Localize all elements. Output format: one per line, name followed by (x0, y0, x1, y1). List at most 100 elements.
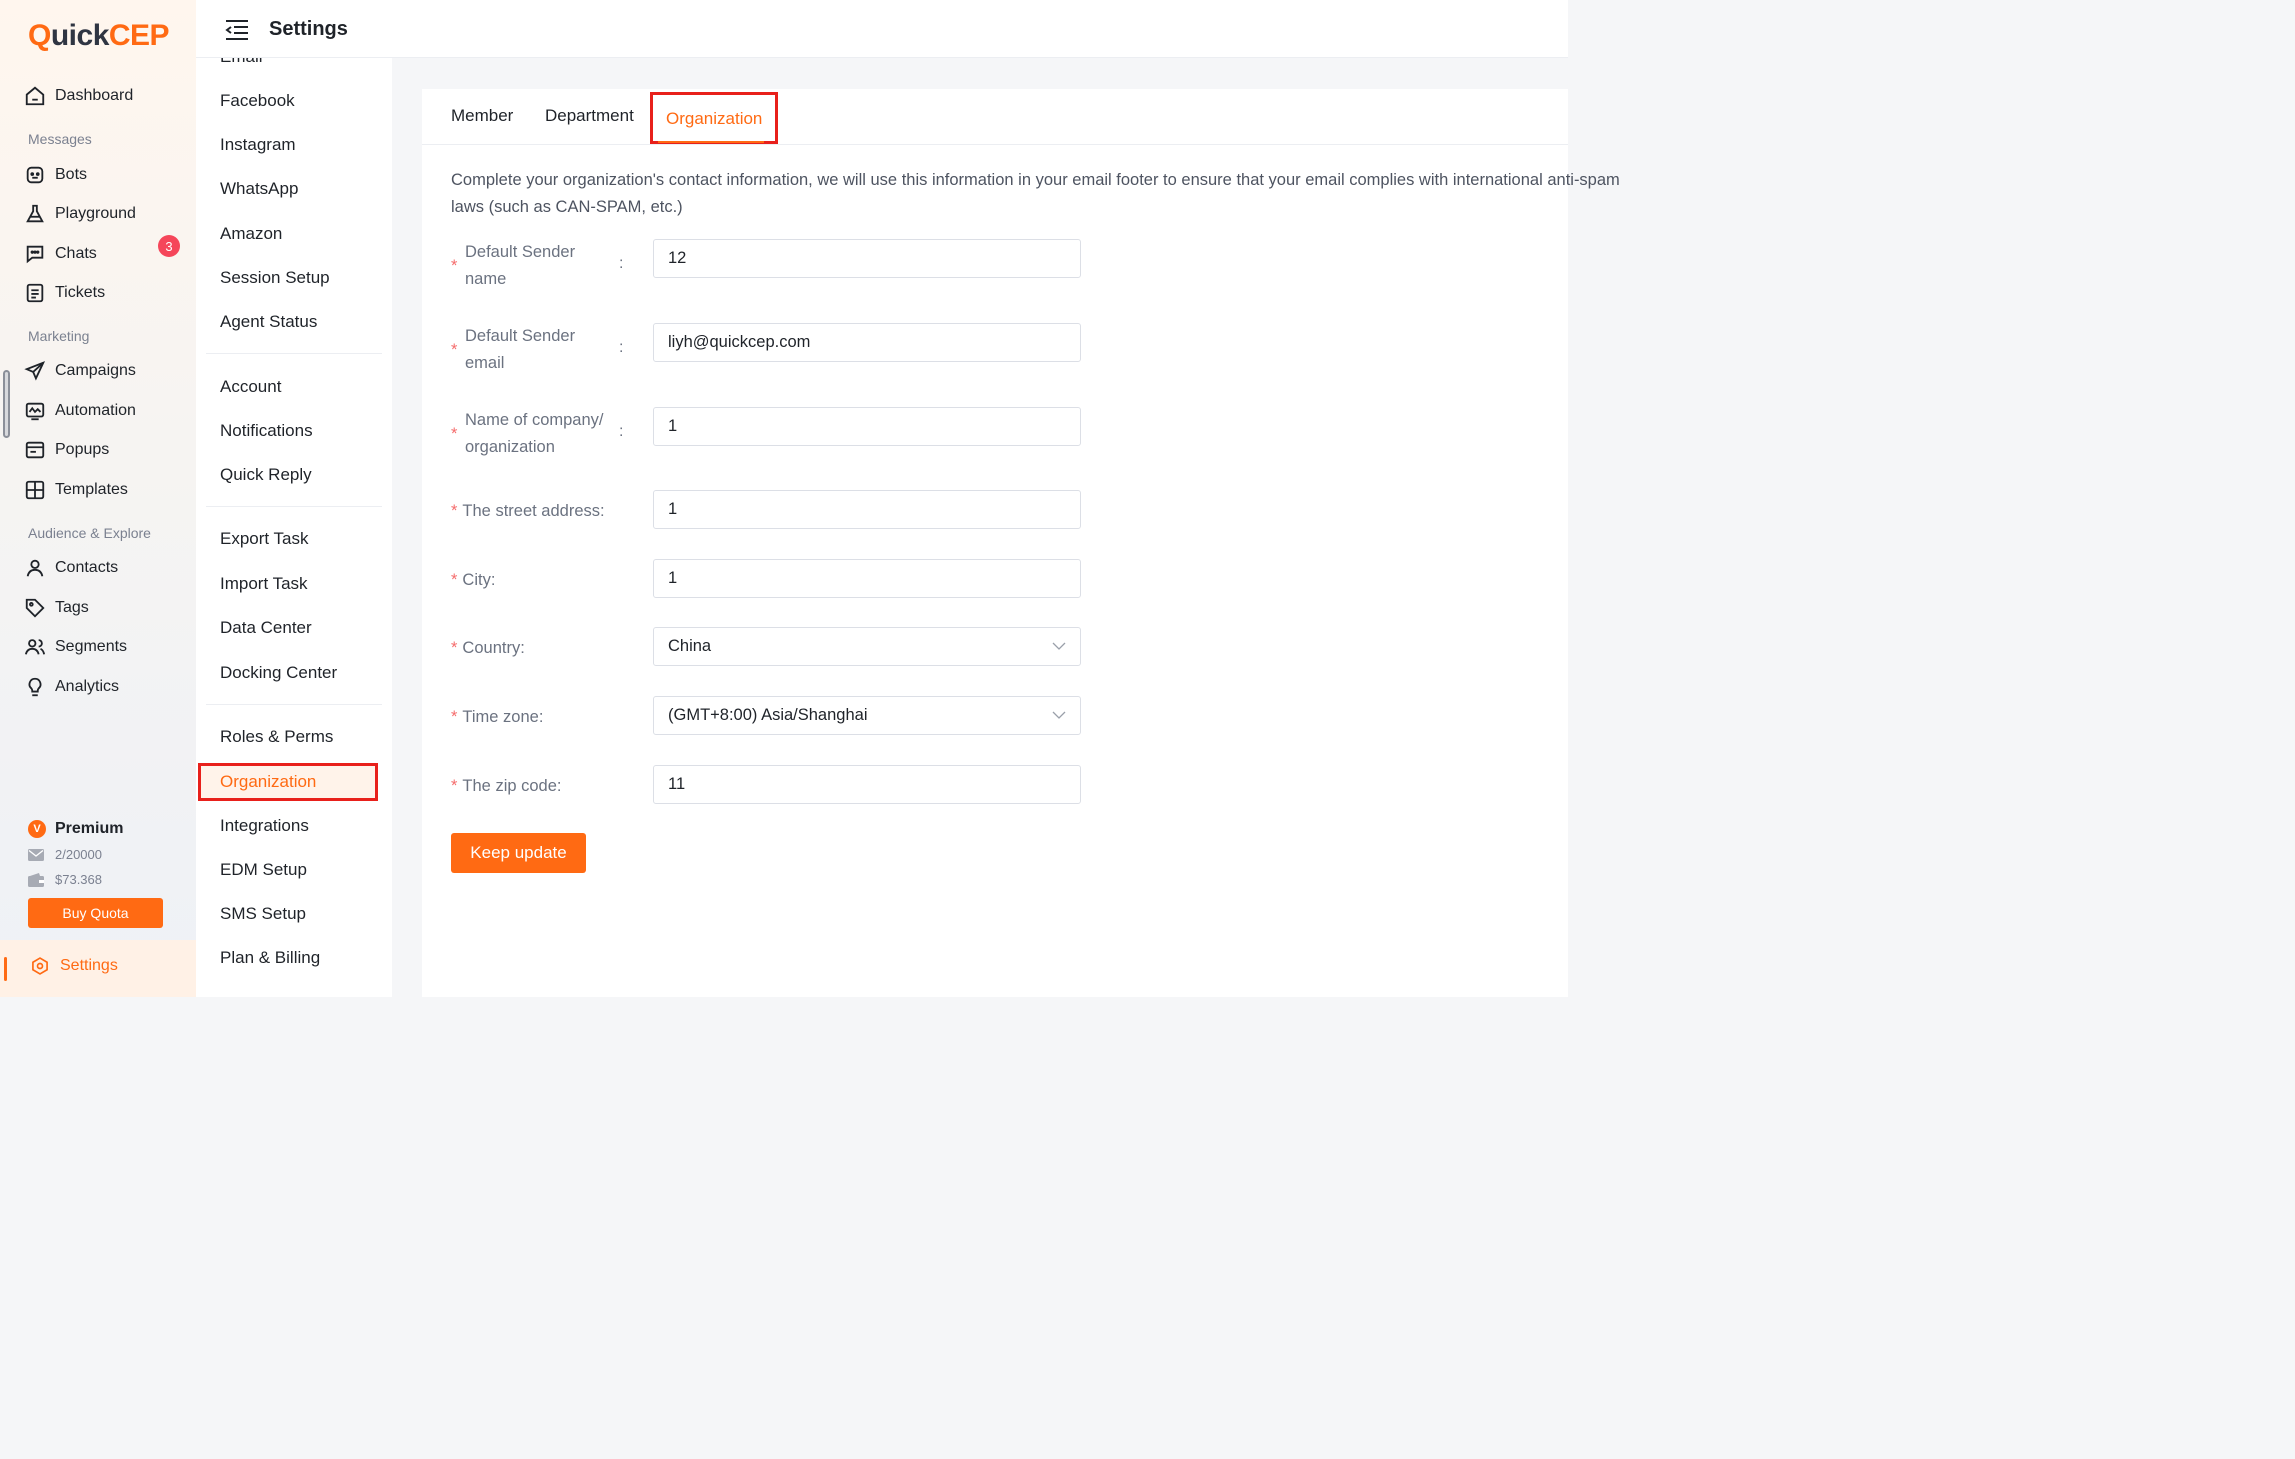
submenu-item-export-task[interactable]: Export Task (220, 528, 309, 550)
submenu-item-docking-center[interactable]: Docking Center (220, 662, 337, 684)
submenu-item-integrations[interactable]: Integrations (220, 815, 309, 837)
submenu-item-email[interactable]: Email (220, 58, 263, 68)
chats-unread-badge: 3 (158, 235, 180, 257)
nav-templates[interactable]: Templates (24, 476, 128, 504)
nav-popups[interactable]: Popups (24, 436, 109, 464)
submenu-item-session-setup[interactable]: Session Setup (220, 267, 330, 289)
sender-name-label: * Default Sender name (451, 243, 576, 288)
automation-icon (25, 402, 45, 421)
submenu-divider (206, 704, 382, 705)
city-label: * City: (451, 571, 496, 589)
submenu-item-data-center[interactable]: Data Center (220, 617, 312, 639)
submenu-item-sms-setup[interactable]: SMS Setup (220, 903, 306, 925)
submenu-item-instagram[interactable]: Instagram (220, 134, 296, 156)
nav-tags[interactable]: Tags (24, 594, 89, 622)
nav-bots-label: Bots (55, 166, 88, 183)
submenu-divider (206, 506, 382, 507)
submenu-item-organization[interactable]: Organization (198, 763, 378, 801)
nav-segments-label: Segments (55, 638, 128, 655)
nav-bots[interactable]: Bots (24, 161, 87, 189)
lightbulb-icon (28, 677, 42, 697)
submenu-item-quick-reply[interactable]: Quick Reply (220, 464, 312, 486)
submenu-item-organization-label: Organization (220, 772, 317, 791)
email-quota: 2/20000 (28, 847, 102, 862)
tag-icon (25, 598, 45, 618)
submenu-item-plan-billing[interactable]: Plan & Billing (220, 947, 320, 969)
tab-department[interactable]: Department (545, 106, 634, 126)
quickcep-logo[interactable]: QuickCEP (28, 16, 170, 56)
settings-submenu: Email Facebook Instagram WhatsApp Amazon… (196, 58, 392, 997)
active-tab-underline (658, 141, 764, 143)
nav-contacts[interactable]: Contacts (24, 554, 118, 582)
organization-description: Complete your organization's contact inf… (451, 171, 1620, 216)
nav-chats[interactable]: Chats (24, 240, 97, 268)
nav-section-audience: Audience & Explore (28, 525, 151, 541)
nav-campaigns[interactable]: Campaigns (24, 357, 136, 385)
bot-icon (26, 166, 44, 184)
street-address-input[interactable]: 1 (653, 490, 1081, 529)
mail-icon (28, 848, 44, 861)
balance-value: $73.368 (55, 872, 102, 887)
nav-analytics[interactable]: Analytics (24, 673, 119, 701)
sender-email-input[interactable]: liyh@quickcep.com (653, 323, 1081, 362)
time-zone-label: * Time zone: (451, 708, 544, 726)
nav-settings[interactable]: Settings (0, 940, 196, 997)
submenu-item-whatsapp[interactable]: WhatsApp (220, 178, 298, 200)
country-label: * Country: (451, 639, 525, 657)
send-icon (24, 361, 46, 381)
country-select[interactable]: China (653, 627, 1081, 666)
zip-code-label: * The zip code: (451, 777, 562, 795)
organization-card: Member Department Organization Complete … (422, 89, 1620, 997)
chevron-down-icon (1052, 642, 1066, 650)
plan-name-label: Premium (55, 820, 124, 837)
nav-dashboard[interactable]: Dashboard (24, 82, 133, 110)
submenu-item-edm-setup[interactable]: EDM Setup (220, 859, 307, 881)
keep-update-button[interactable]: Keep update (451, 833, 586, 873)
nav-section-marketing: Marketing (28, 328, 90, 344)
submenu-item-amazon[interactable]: Amazon (220, 223, 282, 245)
nav-popups-label: Popups (55, 441, 110, 458)
nav-segments[interactable]: Segments (24, 633, 127, 661)
template-icon (25, 480, 45, 500)
nav-scrollbar[interactable] (3, 370, 10, 438)
label-colon: : (619, 423, 624, 440)
nav-automation[interactable]: Automation (24, 397, 136, 425)
submenu-item-roles-perms[interactable]: Roles & Perms (220, 726, 333, 748)
chevron-down-icon (1052, 711, 1066, 719)
settings-tabs: Member Department Organization (422, 89, 1568, 145)
tab-organization[interactable]: Organization (650, 92, 778, 144)
nav-chats-label: Chats (55, 245, 97, 262)
tab-member[interactable]: Member (451, 106, 513, 126)
time-zone-select[interactable]: (GMT+8:00) Asia/Shanghai (653, 696, 1081, 735)
buy-quota-button[interactable]: Buy Quota (28, 898, 163, 928)
nav-analytics-label: Analytics (55, 678, 120, 695)
company-name-input[interactable]: 1 (653, 407, 1081, 446)
top-header: Settings (196, 0, 1568, 58)
home-icon (25, 86, 45, 106)
submenu-divider (206, 353, 382, 354)
submenu-item-facebook[interactable]: Facebook (220, 90, 295, 112)
required-mark: * (451, 425, 458, 443)
popup-icon (25, 441, 45, 459)
nav-dashboard-label: Dashboard (55, 87, 134, 104)
sender-name-input[interactable]: 12 (653, 239, 1081, 278)
nav-contacts-label: Contacts (55, 559, 119, 576)
page-title: Settings (269, 18, 348, 40)
nav-section-messages: Messages (28, 131, 92, 147)
city-input[interactable]: 1 (653, 559, 1081, 598)
submenu-item-notifications[interactable]: Notifications (220, 420, 313, 442)
collapse-menu-icon[interactable] (225, 19, 249, 41)
street-address-label: * The street address: (451, 502, 605, 520)
zip-code-input[interactable]: 11 (653, 765, 1081, 804)
sender-email-label: * Default Sender email (451, 327, 576, 372)
wallet-icon (28, 872, 44, 887)
submenu-item-agent-status[interactable]: Agent Status (220, 311, 317, 333)
label-colon: : (619, 339, 624, 356)
plan-name: V Premium (28, 820, 123, 838)
nav-templates-label: Templates (55, 481, 128, 498)
submenu-item-import-task[interactable]: Import Task (220, 573, 308, 595)
nav-playground[interactable]: Playground (24, 200, 136, 228)
premium-v-icon: V (28, 820, 46, 838)
nav-tickets[interactable]: Tickets (24, 279, 105, 307)
submenu-item-account[interactable]: Account (220, 376, 281, 398)
